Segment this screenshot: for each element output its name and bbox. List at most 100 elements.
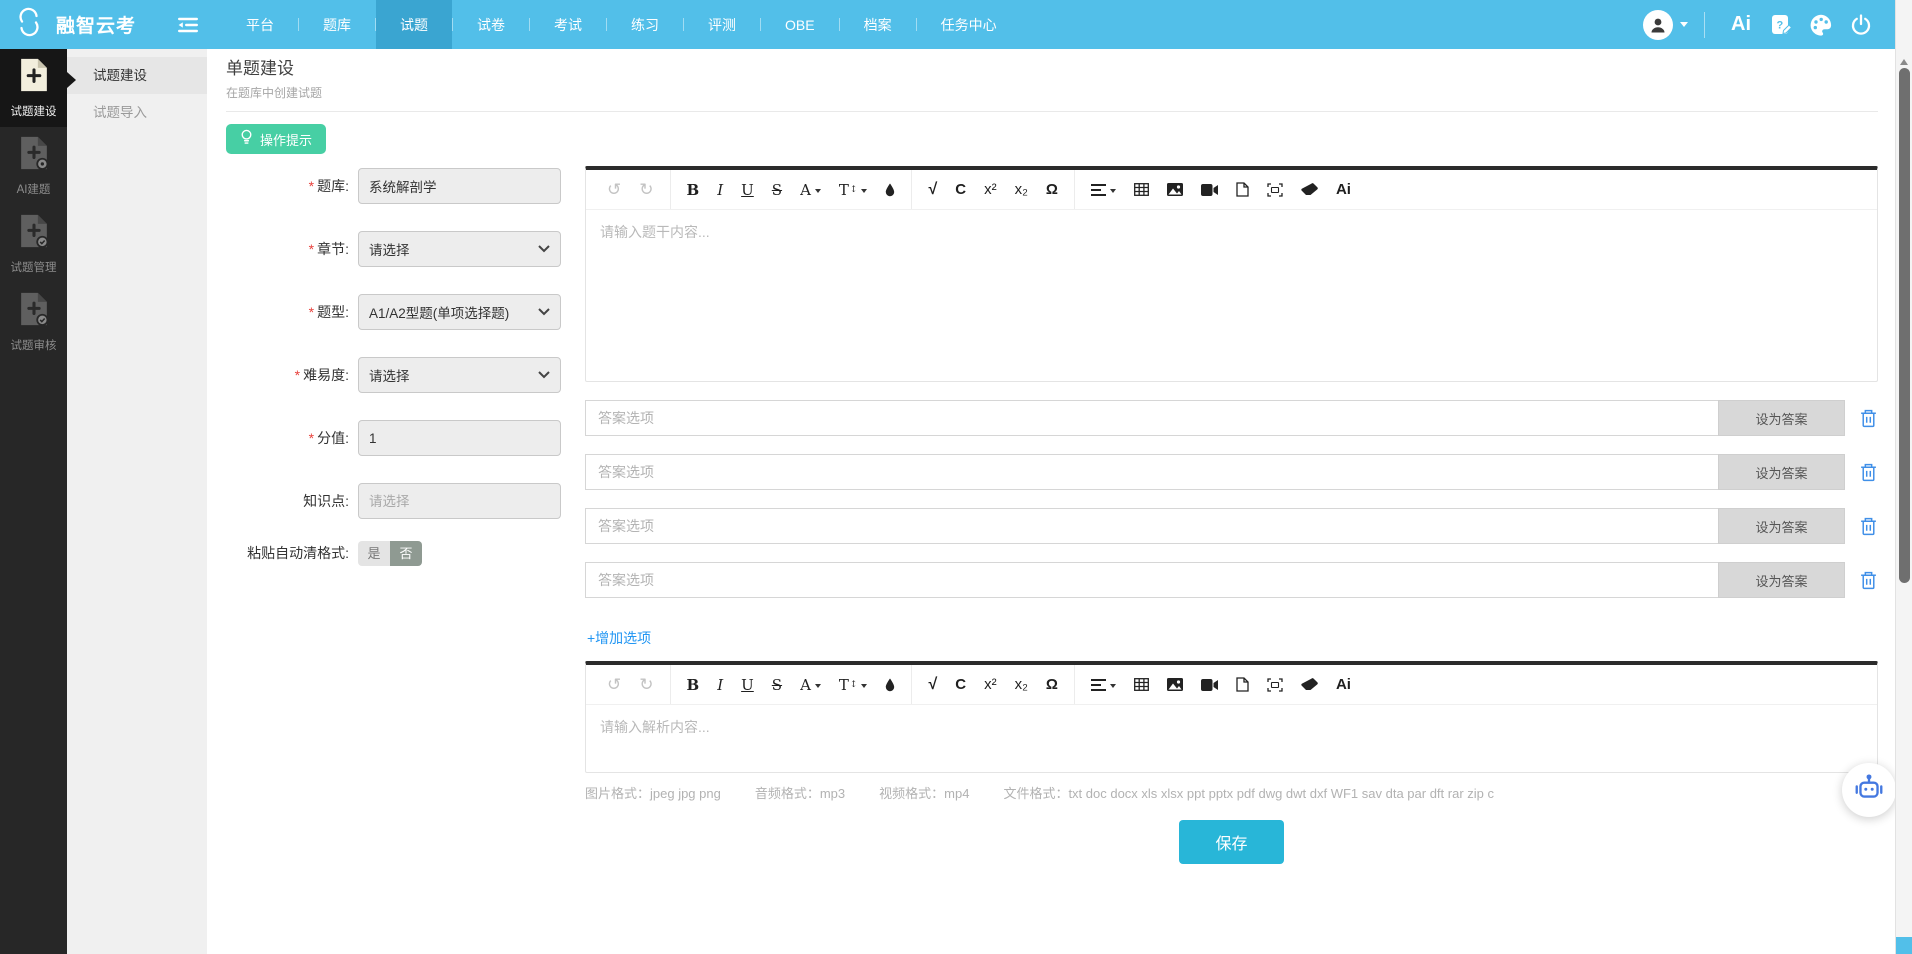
scrollbar-thumb[interactable] bbox=[1899, 68, 1910, 583]
ai-icon[interactable]: Ai bbox=[1327, 170, 1360, 209]
paste-clear-format-toggle[interactable]: 是 否 bbox=[358, 541, 422, 566]
rail-item-question-build[interactable]: 试题建设 bbox=[0, 49, 67, 127]
nav-item-practice[interactable]: 练习 bbox=[607, 0, 683, 49]
bold-icon[interactable]: B bbox=[678, 665, 709, 704]
toggle-option-yes[interactable]: 是 bbox=[358, 541, 390, 566]
vertical-scrollbar[interactable] bbox=[1895, 0, 1912, 954]
nav-item-obe[interactable]: OBE bbox=[761, 0, 839, 49]
nav-item-archive[interactable]: 档案 bbox=[840, 0, 916, 49]
trash-icon[interactable] bbox=[1858, 409, 1878, 428]
user-menu[interactable] bbox=[1643, 10, 1704, 40]
nav-item-question-bank[interactable]: 题库 bbox=[299, 0, 375, 49]
toggle-option-no[interactable]: 否 bbox=[390, 541, 422, 566]
rail-item-ai-question[interactable]: AI建题 bbox=[0, 127, 67, 205]
italic-icon[interactable]: I bbox=[708, 170, 732, 209]
knowledge-point-input[interactable] bbox=[358, 483, 561, 519]
nav-item-evaluation[interactable]: 评测 bbox=[684, 0, 760, 49]
subscript-icon[interactable]: x₂ bbox=[1006, 170, 1037, 209]
question-bank-input[interactable] bbox=[358, 168, 561, 204]
strikethrough-icon[interactable]: S bbox=[763, 665, 791, 704]
font-size-icon[interactable]: T↕ bbox=[830, 170, 877, 209]
chapter-select[interactable]: 请选择 bbox=[358, 231, 561, 267]
align-icon[interactable] bbox=[1082, 170, 1125, 209]
rail-item-question-review[interactable]: 试题审核 bbox=[0, 283, 67, 361]
video-icon[interactable] bbox=[1192, 665, 1227, 704]
scrollbar-bottom-button[interactable] bbox=[1896, 937, 1912, 954]
submenu-item-question-import[interactable]: 试题导入 bbox=[67, 94, 207, 131]
ai-icon[interactable]: Ai bbox=[1327, 665, 1360, 704]
align-icon[interactable] bbox=[1082, 665, 1125, 704]
nav-item-task-center[interactable]: 任务中心 bbox=[917, 0, 1021, 49]
trash-icon[interactable] bbox=[1858, 463, 1878, 482]
brand[interactable]: 融智云考 bbox=[0, 7, 136, 42]
eraser-icon[interactable] bbox=[1292, 665, 1327, 704]
score-input[interactable] bbox=[358, 420, 561, 456]
stem-editor-body[interactable]: 请输入题干内容... bbox=[586, 210, 1877, 381]
nav-item-papers[interactable]: 试卷 bbox=[453, 0, 529, 49]
eraser-icon[interactable] bbox=[1292, 170, 1327, 209]
left-rail: 试题建设 AI建题 试题管理 bbox=[0, 49, 67, 954]
formula-icon[interactable]: √ bbox=[919, 665, 946, 704]
video-icon[interactable] bbox=[1192, 170, 1227, 209]
underline-icon[interactable]: U bbox=[732, 665, 763, 704]
menu-collapse-icon[interactable] bbox=[178, 17, 198, 33]
power-logout-icon[interactable] bbox=[1841, 14, 1881, 36]
set-as-answer-button[interactable]: 设为答案 bbox=[1718, 508, 1845, 544]
underline-icon[interactable]: U bbox=[732, 170, 763, 209]
formula-icon[interactable]: √ bbox=[919, 170, 946, 209]
undo-icon[interactable]: ↺ bbox=[598, 170, 630, 209]
ocr-icon[interactable] bbox=[1258, 170, 1292, 209]
letter-c-icon[interactable]: C bbox=[946, 170, 975, 209]
letter-c-icon[interactable]: C bbox=[946, 665, 975, 704]
redo-icon[interactable]: ↻ bbox=[630, 665, 662, 704]
highlight-droplet-icon[interactable] bbox=[876, 665, 904, 704]
trash-icon[interactable] bbox=[1858, 571, 1878, 590]
image-icon[interactable] bbox=[1158, 665, 1192, 704]
nav-item-platform[interactable]: 平台 bbox=[222, 0, 298, 49]
trash-icon[interactable] bbox=[1858, 517, 1878, 536]
image-icon[interactable] bbox=[1158, 170, 1192, 209]
ocr-icon[interactable] bbox=[1258, 665, 1292, 704]
ai-assistant-icon[interactable]: Ai bbox=[1721, 13, 1761, 36]
answer-option-input[interactable] bbox=[585, 400, 1718, 436]
help-note-icon[interactable]: ? bbox=[1761, 13, 1801, 37]
font-color-icon[interactable]: A bbox=[791, 170, 830, 209]
font-size-icon[interactable]: T↕ bbox=[830, 665, 877, 704]
table-icon[interactable] bbox=[1125, 170, 1158, 209]
highlight-droplet-icon[interactable] bbox=[876, 170, 904, 209]
difficulty-select[interactable]: 请选择 bbox=[358, 357, 561, 393]
subscript-icon[interactable]: x₂ bbox=[1006, 665, 1037, 704]
analysis-editor-body[interactable]: 请输入解析内容... bbox=[586, 705, 1877, 772]
scrollbar-up-arrow[interactable] bbox=[1900, 55, 1908, 65]
answer-option-input[interactable] bbox=[585, 508, 1718, 544]
nav-item-exams[interactable]: 考试 bbox=[530, 0, 606, 49]
superscript-icon[interactable]: x² bbox=[975, 170, 1006, 209]
file-icon[interactable] bbox=[1227, 170, 1258, 209]
theme-palette-icon[interactable] bbox=[1801, 14, 1841, 36]
rail-item-question-manage[interactable]: 试题管理 bbox=[0, 205, 67, 283]
omega-icon[interactable]: Ω bbox=[1037, 170, 1067, 209]
save-button[interactable]: 保存 bbox=[1179, 820, 1284, 864]
undo-icon[interactable]: ↺ bbox=[598, 665, 630, 704]
superscript-icon[interactable]: x² bbox=[975, 665, 1006, 704]
redo-icon[interactable]: ↻ bbox=[630, 170, 662, 209]
submenu-item-question-build[interactable]: 试题建设 bbox=[67, 57, 207, 94]
submenu-panel: 试题建设 试题导入 bbox=[67, 49, 207, 954]
answer-option-input[interactable] bbox=[585, 454, 1718, 490]
table-icon[interactable] bbox=[1125, 665, 1158, 704]
omega-icon[interactable]: Ω bbox=[1037, 665, 1067, 704]
operation-tip-button[interactable]: 操作提示 bbox=[226, 124, 326, 154]
nav-item-questions[interactable]: 试题 bbox=[376, 0, 452, 49]
font-color-icon[interactable]: A bbox=[791, 665, 830, 704]
robot-assistant-button[interactable] bbox=[1842, 763, 1896, 817]
italic-icon[interactable]: I bbox=[708, 665, 732, 704]
set-as-answer-button[interactable]: 设为答案 bbox=[1718, 400, 1845, 436]
bold-icon[interactable]: B bbox=[678, 170, 709, 209]
file-icon[interactable] bbox=[1227, 665, 1258, 704]
answer-option-input[interactable] bbox=[585, 562, 1718, 598]
strikethrough-icon[interactable]: S bbox=[763, 170, 791, 209]
add-option-link[interactable]: +增加选项 bbox=[587, 628, 651, 648]
question-type-select[interactable]: A1/A2型题(单项选择题) bbox=[358, 294, 561, 330]
set-as-answer-button[interactable]: 设为答案 bbox=[1718, 562, 1845, 598]
set-as-answer-button[interactable]: 设为答案 bbox=[1718, 454, 1845, 490]
